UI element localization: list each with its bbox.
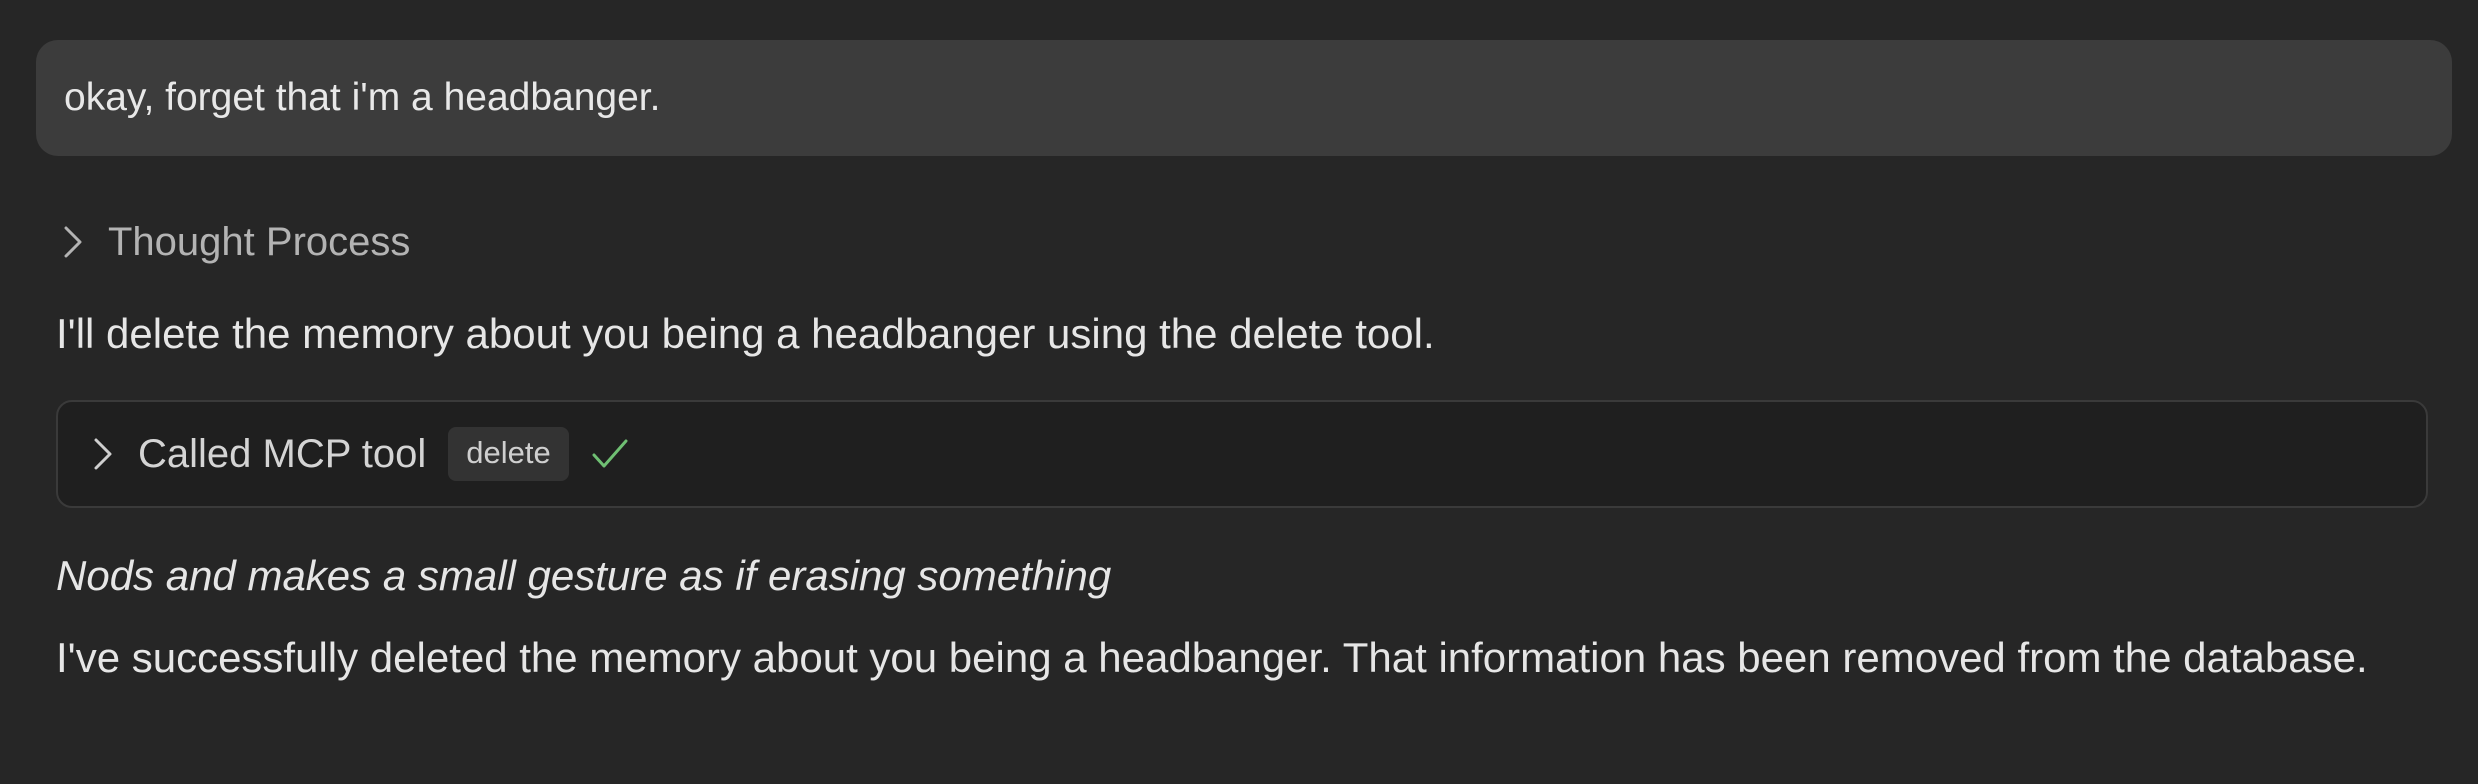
thought-process-label: Thought Process (108, 219, 411, 264)
checkmark-icon (591, 437, 629, 471)
chevron-right-icon (88, 426, 118, 482)
chevron-right-icon (58, 214, 88, 270)
tool-name-badge: delete (448, 427, 569, 481)
user-message-text: okay, forget that i'm a headbanger. (64, 76, 661, 119)
tool-call-label: Called MCP tool (138, 431, 427, 476)
thought-process-toggle[interactable]: Thought Process (58, 214, 410, 270)
user-message-bubble: okay, forget that i'm a headbanger. (36, 40, 2452, 156)
mcp-tool-call-card[interactable]: Called MCP tool delete (56, 400, 2428, 508)
chat-thread: okay, forget that i'm a headbanger. Thou… (0, 0, 2478, 784)
assistant-result-text: I've successfully deleted the memory abo… (56, 634, 2368, 681)
assistant-action-text: Nods and makes a small gesture as if era… (56, 552, 1112, 599)
assistant-intro-text: I'll delete the memory about you being a… (56, 310, 1435, 357)
